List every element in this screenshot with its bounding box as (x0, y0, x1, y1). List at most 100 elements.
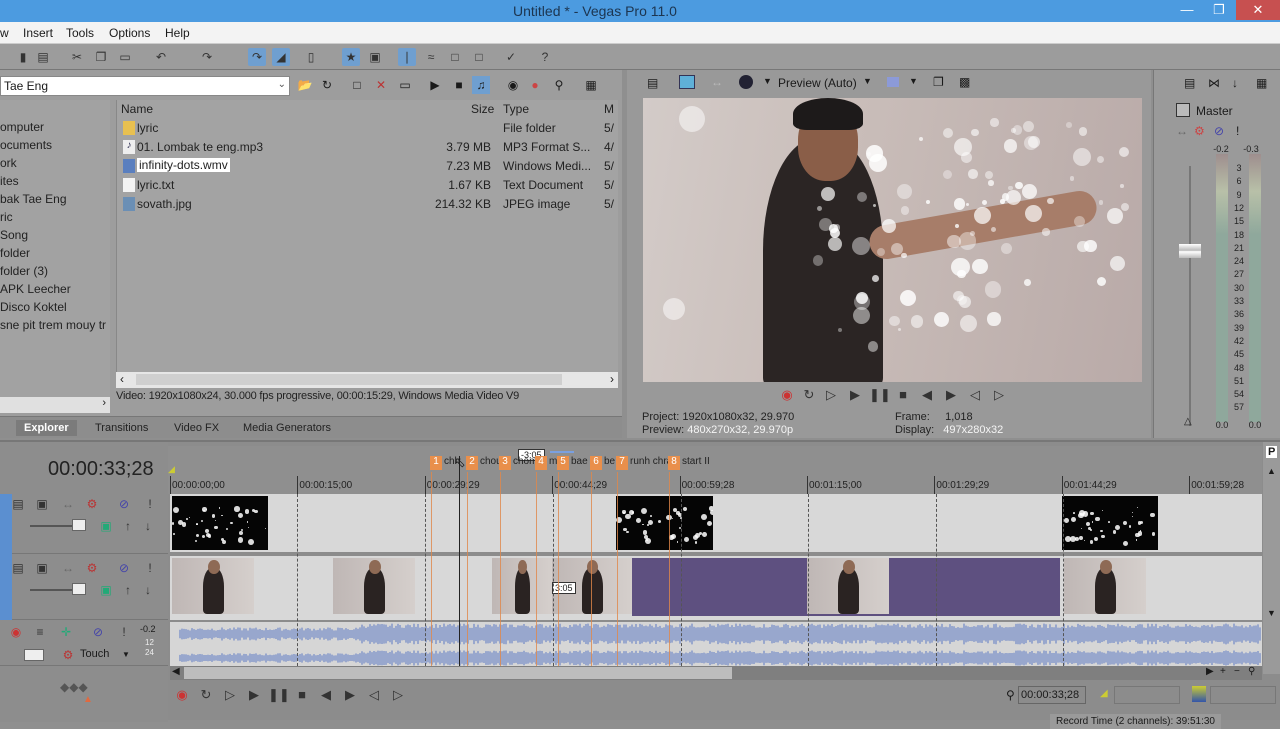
save-icon[interactable]: ▮ (14, 48, 32, 66)
tree-item[interactable]: ites (0, 174, 19, 188)
previous-frame-icon[interactable]: ◁ (965, 386, 985, 404)
redo-icon[interactable]: ↷ (198, 48, 216, 66)
paste-icon[interactable]: ▭ (116, 48, 134, 66)
menu-tools[interactable]: Tools (66, 26, 94, 40)
tree-item[interactable]: Song (0, 228, 28, 242)
previous-frame-icon[interactable]: ◁ (364, 686, 384, 704)
selection-end-field[interactable] (1210, 686, 1276, 704)
timeline-horizontal-scrollbar[interactable]: ◀ ▶ + − ⚲ (170, 666, 1262, 680)
external-monitor-icon[interactable] (679, 75, 695, 89)
file-row[interactable]: lyric.txt 1.67 KB Text Document 5/ (117, 176, 617, 195)
chevron-down-icon[interactable]: ▼ (763, 76, 772, 86)
properties-icon[interactable]: ▤ (34, 48, 52, 66)
stop-icon[interactable]: ■ (893, 386, 913, 404)
chevron-down-icon[interactable]: ▼ (863, 76, 872, 86)
dim-output-icon[interactable]: ↓ (1232, 76, 1238, 90)
restore-button[interactable]: ❐ (1204, 0, 1234, 20)
timeline-marker[interactable]: 8 start II (668, 456, 710, 472)
search-icon[interactable]: ⚲ (550, 76, 568, 94)
composite-mode-icon[interactable]: ▣ (98, 582, 114, 598)
loop-start-icon[interactable]: ◢ (168, 464, 175, 475)
zoom-tool-icon[interactable]: ⚲ (1248, 666, 1255, 677)
minimize-button[interactable]: — (1172, 0, 1202, 20)
mute-icon[interactable]: ⊘ (116, 496, 132, 512)
insert-fx-icon[interactable]: ↔ (1176, 124, 1188, 138)
copy-icon[interactable]: ❐ (92, 48, 110, 66)
fader-lock-icon[interactable]: △ (1184, 416, 1192, 427)
loop-icon[interactable]: ↻ (196, 686, 216, 704)
chevron-down-icon[interactable]: ▼ (122, 650, 130, 659)
zoom-pointer-icon[interactable]: ▲ (83, 694, 93, 705)
marker-bar-icon[interactable]: P (1266, 446, 1278, 458)
envelope-tool-icon[interactable]: ≈ (422, 48, 440, 66)
mixer-settings-icon[interactable]: ▦ (1256, 76, 1267, 90)
volume-slider-thumb[interactable] (24, 649, 44, 661)
menu-options[interactable]: Options (109, 26, 150, 40)
level-slider-thumb[interactable] (72, 583, 86, 595)
timeline-marker[interactable]: 7 runh chra (616, 456, 672, 472)
help-icon[interactable]: ? (536, 48, 554, 66)
play-from-start-icon[interactable]: ▷ (220, 686, 240, 704)
zoom-in-icon[interactable]: + (1220, 666, 1226, 677)
tree-item[interactable]: bak Tae Eng (0, 192, 67, 206)
make-child-icon[interactable]: ↓ (140, 518, 156, 534)
properties-icon[interactable]: ▤ (1184, 76, 1195, 90)
level-slider-thumb[interactable] (72, 519, 86, 531)
composite-mode-icon[interactable]: ▣ (98, 518, 114, 534)
tab-transitions[interactable]: Transitions (87, 420, 156, 436)
tree-item[interactable]: omputer (0, 120, 44, 134)
menu-help[interactable]: Help (165, 26, 190, 40)
tree-horizontal-scrollbar[interactable]: › (0, 397, 110, 413)
record-icon[interactable]: ◉ (777, 386, 797, 404)
scroll-left-icon[interactable]: ◀ (172, 666, 180, 677)
undo-icon[interactable]: ↶ (152, 48, 170, 66)
video-track-2[interactable]: 3:05 (170, 556, 1262, 620)
file-row[interactable]: sovath.jpg 214.32 KB JPEG image 5/ (117, 195, 617, 214)
timeline-marker[interactable]: 4m (535, 456, 557, 472)
go-to-start-icon[interactable]: ◀ (917, 386, 937, 404)
video-event[interactable] (172, 496, 268, 550)
preview-quality-dropdown[interactable]: Preview (Auto) (778, 76, 857, 90)
tree-item[interactable]: folder (0, 246, 30, 260)
timeline-marker[interactable]: 2 chou (466, 456, 502, 472)
save-snapshot-icon[interactable]: ▩ (959, 75, 970, 89)
selection-tool-icon[interactable]: □ (446, 48, 464, 66)
add-favorite-icon[interactable]: ▭ (396, 76, 414, 94)
auto-preview-icon[interactable]: ♫ (472, 76, 490, 94)
stop-icon[interactable]: ■ (292, 686, 312, 704)
scroll-down-icon[interactable]: ▼ (1267, 608, 1276, 618)
tab-media-generators[interactable]: Media Generators (235, 420, 339, 436)
solo-icon[interactable]: ! (142, 496, 158, 512)
next-frame-icon[interactable]: ▷ (388, 686, 408, 704)
up-folder-icon[interactable]: 📂 (296, 76, 314, 94)
tab-video-fx[interactable]: Video FX (166, 420, 227, 436)
compositing-icon[interactable]: ↔ (60, 560, 76, 576)
tab-explorer[interactable]: Explorer (16, 420, 77, 436)
playhead-cursor[interactable] (459, 456, 460, 666)
expand-track-icon[interactable]: ▤ (10, 560, 26, 576)
column-modified[interactable]: M (604, 102, 614, 116)
cut-icon[interactable]: ✂ (68, 48, 86, 66)
address-combobox[interactable]: Tae Eng ⌄ (0, 76, 290, 96)
auto-ripple-icon[interactable]: ↷ (248, 48, 266, 66)
loop-region-bar[interactable] (550, 451, 574, 453)
video-event-thumbnail[interactable] (1064, 558, 1146, 614)
solo-icon[interactable]: ! (1236, 124, 1239, 138)
automation-icon[interactable]: ⚙ (60, 647, 76, 663)
invert-phase-icon[interactable]: ≡ (32, 624, 48, 640)
menu-view[interactable]: w (0, 26, 9, 40)
file-row[interactable]: lyric File folder 5/ (117, 119, 617, 138)
downmix-icon[interactable]: ⋈ (1208, 76, 1220, 90)
go-to-end-icon[interactable]: ▶ (941, 386, 961, 404)
file-list-horizontal-scrollbar[interactable]: ‹ › (116, 372, 618, 388)
timeline-marker[interactable]: 5 bae (557, 456, 588, 472)
menu-insert[interactable]: Insert (23, 26, 53, 40)
get-media-icon[interactable]: ◉ (504, 76, 522, 94)
automation-mode[interactable]: Touch (80, 648, 109, 660)
video-event[interactable] (616, 496, 713, 550)
file-row[interactable]: infinity-dots.wmv 7.23 MB Windows Medi... 5… (117, 157, 617, 176)
make-parent-icon[interactable]: ↑ (120, 518, 136, 534)
zoom-slider-icon[interactable]: ◆◆◆ (60, 680, 88, 694)
scroll-left-icon[interactable]: ‹ (120, 372, 124, 386)
master-fader[interactable] (1179, 244, 1201, 258)
